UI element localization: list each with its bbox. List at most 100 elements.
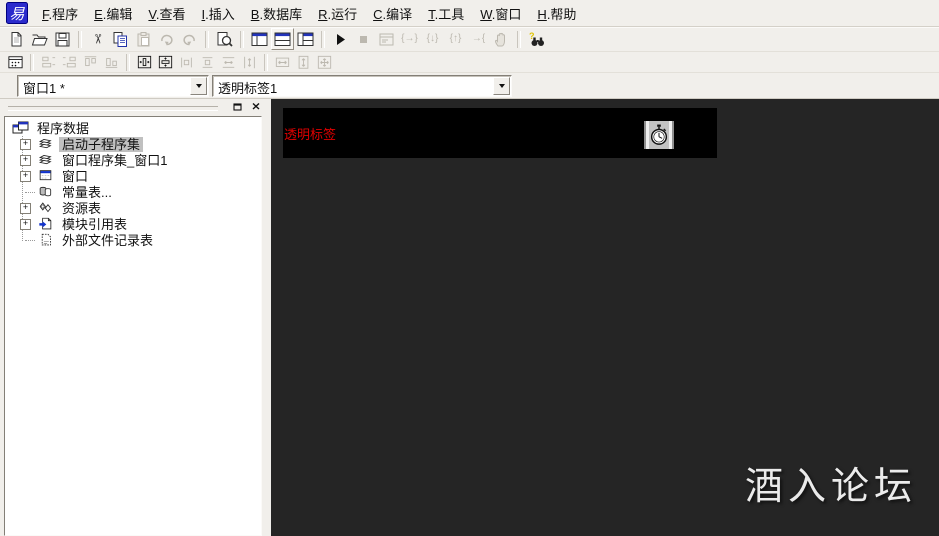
window-icon [37, 169, 55, 183]
align-bottom-button [101, 53, 122, 71]
step-into-icon: {↓} [426, 33, 439, 44]
close-x-icon [252, 103, 260, 110]
window-selector[interactable]: 窗口1 * [17, 75, 209, 97]
chevron-down-icon [195, 84, 202, 88]
expand-plus-icon[interactable]: + [20, 202, 31, 214]
debug-window-icon [378, 31, 395, 48]
size-height-button [293, 53, 314, 71]
tree-item[interactable]: + 资源表 [7, 200, 259, 216]
tree-connector: + [7, 202, 35, 214]
tree-item-label[interactable]: 模块引用表 [59, 217, 130, 232]
tree-item-label[interactable]: 窗口 [59, 169, 91, 184]
transparent-label-component[interactable]: 透明标签 [284, 124, 336, 143]
window-selector-dropdown-button[interactable] [190, 77, 207, 95]
tree-item[interactable]: 外部文件记录表 [7, 232, 259, 248]
align-toolbar [0, 52, 939, 73]
center-vertical-button[interactable] [155, 53, 176, 71]
expand-plus-icon[interactable]: + [20, 170, 31, 182]
external-files-icon [37, 233, 55, 247]
stopwatch-icon [650, 124, 668, 145]
center-horizontal-button[interactable] [134, 53, 155, 71]
same-width-icon [220, 55, 237, 70]
ide-window: 易 F.程序 E.编辑 V.查看 I.插入 B.数据库 R.运行 C.编译 T.工具 W.窗口 H… [0, 0, 939, 536]
redo-button [155, 28, 178, 50]
tree-connector: + [7, 154, 35, 166]
stop-icon [355, 31, 372, 48]
tree-item-label[interactable]: 启动子程序集 [59, 136, 144, 152]
paste-button [132, 28, 155, 50]
help-search-button[interactable]: ? [525, 28, 548, 50]
open-file-icon [31, 31, 48, 48]
panel-gripper[interactable] [8, 106, 218, 111]
step-into-button: {↓} [421, 28, 444, 50]
tree-item[interactable]: + 模块引用表 [7, 216, 259, 232]
run-icon [332, 31, 349, 48]
tree-item-label[interactable]: 窗口程序集_窗口1 [59, 153, 170, 168]
expand-plus-icon[interactable]: + [20, 138, 31, 150]
align-top-icon [82, 55, 99, 70]
component-selector[interactable]: 透明标签1 [212, 75, 512, 97]
panel-close-button[interactable] [248, 100, 263, 113]
view-panels-button[interactable] [294, 28, 317, 50]
new-button[interactable] [5, 28, 28, 50]
toolbar-separator [78, 30, 82, 48]
align-left-button [38, 53, 59, 71]
tree-item[interactable]: + 启动子程序集 [7, 136, 259, 152]
designed-form[interactable]: 透明标签 [283, 108, 717, 158]
copy-button[interactable] [109, 28, 132, 50]
view-output-button[interactable] [271, 28, 294, 50]
tree-item[interactable]: 常量表... [7, 184, 259, 200]
align-right-button [59, 53, 80, 71]
menu-b[interactable]: B.数据库 [243, 2, 310, 25]
component-selector-dropdown-button[interactable] [493, 77, 510, 95]
expand-plus-icon[interactable]: + [20, 218, 31, 230]
tree-item-label[interactable]: 常量表... [59, 185, 115, 200]
step-over-button: {→} [398, 28, 421, 50]
elang-logo-icon: 易 [6, 2, 28, 24]
stop-button [352, 28, 375, 50]
menu-i[interactable]: I.插入 [194, 2, 243, 25]
tree-connector [7, 239, 35, 241]
program-data-icon [12, 121, 30, 135]
run-button[interactable] [329, 28, 352, 50]
space-down-icon [199, 55, 216, 70]
size-both-button [314, 53, 335, 71]
run-to-cursor-icon: →{ [471, 33, 486, 44]
tree-root[interactable]: 程序数据 [7, 120, 259, 136]
resize-height-icon [295, 55, 312, 70]
find-icon [216, 31, 233, 48]
debug-window-button [375, 28, 398, 50]
menu-r[interactable]: R.运行 [310, 2, 365, 25]
chevron-down-icon [498, 84, 505, 88]
open-button[interactable] [28, 28, 51, 50]
step-over-icon: {→} [401, 33, 418, 44]
save-button[interactable] [51, 28, 74, 50]
panel-float-button[interactable] [230, 100, 245, 113]
menu-e[interactable]: E.编辑 [86, 2, 140, 25]
paste-icon [135, 31, 152, 48]
tree-connector [7, 191, 35, 193]
find-button[interactable] [213, 28, 236, 50]
make-same-height-button [239, 53, 260, 71]
menu-v[interactable]: V.查看 [140, 2, 193, 25]
menu-w[interactable]: W.窗口 [472, 2, 529, 25]
tree-item-label[interactable]: 资源表 [59, 201, 104, 216]
menu-t[interactable]: T.工具 [420, 2, 472, 25]
toolbar-separator [30, 53, 34, 71]
toolbar-separator [321, 30, 325, 48]
tree-item-label[interactable]: 外部文件记录表 [59, 233, 156, 248]
tree-item[interactable]: + 窗口 [7, 168, 259, 184]
timer-component[interactable] [644, 121, 674, 149]
expand-plus-icon[interactable]: + [20, 154, 31, 166]
tree-item[interactable]: + 窗口程序集_窗口1 [7, 152, 259, 168]
menu-c[interactable]: C.编译 [365, 2, 420, 25]
form-designer-button[interactable] [5, 53, 26, 71]
toolbar-separator [240, 30, 244, 48]
view-workspace-button[interactable] [248, 28, 271, 50]
layout-top-icon [274, 31, 291, 48]
menu-f[interactable]: F.程序 [34, 2, 86, 25]
menu-h[interactable]: H.帮助 [529, 2, 584, 25]
cut-button[interactable]: ✂ [86, 28, 109, 50]
undo-button [178, 28, 201, 50]
tree-connector: + [7, 170, 35, 182]
